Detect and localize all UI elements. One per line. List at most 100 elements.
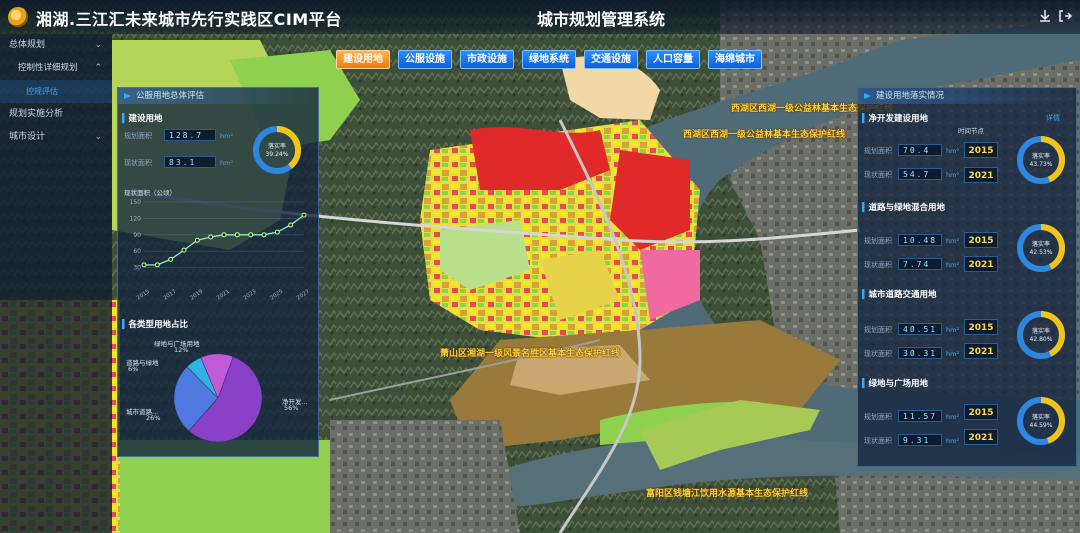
status-area-value: 7.74 <box>898 258 942 270</box>
trend-point <box>274 229 280 235</box>
tab-sponge-city[interactable]: 海绵城市 <box>708 50 762 69</box>
status-area-label: 现状面积 <box>864 261 892 269</box>
trend-point <box>208 234 214 240</box>
plan-area-label: 规划面积 <box>864 237 892 245</box>
chevron-down-icon: ⌄ <box>94 132 102 142</box>
trend-xtick-label: 2015 <box>136 288 151 300</box>
panel-title: 公服用地总体评估 <box>118 88 318 104</box>
ring-value: 43.73% <box>1030 161 1053 168</box>
nav-item-implementation-analysis[interactable]: 规划实施分析 <box>0 103 112 126</box>
trend-point <box>248 232 254 238</box>
tab-traffic-facilities[interactable]: 交通设施 <box>584 50 638 69</box>
nav-item-plan-evaluation[interactable]: 控规评估 <box>0 80 112 103</box>
completion-ring-chart: 落实率 43.73% <box>1017 136 1065 184</box>
plan-area-label: 规划面积 <box>864 326 892 334</box>
tab-construction-land[interactable]: 建设用地 <box>336 50 390 69</box>
trend-ytick-label: 150 <box>130 199 142 206</box>
trend-ytick-label: 90 <box>133 232 141 239</box>
trend-yticks: 150 120 90 60 30 <box>130 199 142 272</box>
ring-value: 42.53% <box>1030 249 1053 256</box>
trend-point <box>221 232 227 238</box>
nav-item-master-plan[interactable]: 总体规划 ⌄ <box>0 34 112 57</box>
tab-population-capacity[interactable]: 人口容量 <box>646 50 700 69</box>
trend-point <box>301 212 307 218</box>
trend-series-line <box>144 214 305 266</box>
plan-area-value: 128.7 <box>164 129 216 141</box>
ring-value: 39.24% <box>266 151 289 158</box>
nav-item-urban-design[interactable]: 城市设计 ⌄ <box>0 126 112 149</box>
download-icon[interactable] <box>1038 9 1052 23</box>
completion-ring-chart: 落实率 44.59% <box>1017 397 1065 445</box>
status-area-label: 现状面积 <box>864 171 892 179</box>
plan-area-label: 规划面积 <box>124 132 152 140</box>
unit-label: hm² <box>220 159 234 167</box>
nav-item-label: 控制性详细规划 <box>18 63 78 73</box>
unit-label: hm² <box>946 237 960 245</box>
section-title: 各类型用地占比 <box>122 318 189 330</box>
details-link[interactable]: 详情 <box>1046 113 1060 123</box>
system-title: 城市规划管理系统 <box>537 10 666 29</box>
ring-value: 42.80% <box>1030 336 1053 343</box>
completion-ring-chart: 落实率 39.24% <box>253 126 301 174</box>
status-area-value: 30.31 <box>898 347 942 359</box>
unit-label: hm² <box>946 147 960 155</box>
nav-item-label: 控规评估 <box>26 87 58 96</box>
unit-label: hm² <box>946 326 960 334</box>
map-label-redline-3: 萧山区湘湖一级风景名胜区基本生态保护红线 <box>440 349 621 359</box>
status-area-value: 54.7 <box>898 168 942 180</box>
tab-green-system[interactable]: 绿地系统 <box>522 50 576 69</box>
platform-logo <box>8 7 28 27</box>
ring-label: 落实率 <box>268 142 286 150</box>
ring-label: 落实率 <box>1032 152 1050 160</box>
section-title: 净开发建设用地 <box>862 112 929 124</box>
right-implementation-panel: 建设用地落实情况 详情 时间节点 净开发建设用地 规划面积 70.4 hm² 2… <box>857 87 1077 467</box>
plan-area-label: 规划面积 <box>864 147 892 155</box>
left-evaluation-panel: 公服用地总体评估 建设用地 规划面积 128.7 hm² 现状面积 83.1 h… <box>117 87 319 457</box>
trend-point <box>154 262 160 268</box>
tab-municipal-facilities[interactable]: 市政设施 <box>460 50 514 69</box>
chevron-down-icon: ⌄ <box>94 40 102 50</box>
plan-year-badge: 2015 <box>964 232 998 248</box>
status-area-label: 现状面积 <box>124 159 152 167</box>
unit-label: hm² <box>946 413 960 421</box>
trend-point <box>234 232 240 238</box>
trend-ytick-label: 30 <box>133 265 141 272</box>
unit-label: hm² <box>946 261 960 269</box>
plan-year-badge: 2015 <box>964 319 998 335</box>
status-year-badge: 2021 <box>964 167 998 183</box>
trend-point <box>261 232 267 238</box>
trend-line-chart: 150 120 90 60 30 2015 2017 2019 2021 2023 2025 202… <box>130 199 312 300</box>
plan-area-value: 11.57 <box>898 410 942 422</box>
unit-label: hm² <box>946 437 960 445</box>
status-area-value: 83.1 <box>164 156 216 168</box>
plan-area-value: 40.51 <box>898 323 942 335</box>
trend-xtick-label: 2019 <box>189 288 204 300</box>
plan-area-value: 70.4 <box>898 144 942 156</box>
map-label-redline-2: 西湖区西湖一级公益林基本生态保护红线 <box>683 130 846 140</box>
plan-year-badge: 2015 <box>964 142 998 158</box>
plan-year-badge: 2015 <box>964 404 998 420</box>
pie-label-green-pct: 12% <box>174 346 189 354</box>
trend-point <box>141 262 147 268</box>
trend-point <box>181 247 187 253</box>
status-year-badge: 2021 <box>964 343 998 359</box>
panel-title: 建设用地落实情况 <box>858 88 1076 104</box>
exit-icon[interactable] <box>1058 9 1072 23</box>
tab-public-facilities[interactable]: 公服设施 <box>398 50 452 69</box>
section-title: 建设用地 <box>122 112 163 124</box>
section-title: 城市道路交通用地 <box>862 288 937 300</box>
status-area-label: 现状面积 <box>864 350 892 358</box>
side-navigation: 总体规划 ⌄ 控制性详细规划 ⌃ 控规评估 规划实施分析 城市设计 ⌄ <box>0 34 112 533</box>
nav-item-detailed-plan[interactable]: 控制性详细规划 ⌃ <box>0 57 112 80</box>
app-header: 湘湖.三江汇未来城市先行实践区CIM平台 城市规划管理系统 <box>0 0 1080 34</box>
nav-item-label: 规划实施分析 <box>9 109 64 119</box>
unit-label: hm² <box>946 350 960 358</box>
trend-points <box>141 212 307 268</box>
map-label-redline-4: 富阳区钱塘江饮用水源基本生态保护红线 <box>646 489 809 499</box>
trend-xtick-label: 2017 <box>163 288 178 300</box>
ring-label: 落实率 <box>1032 413 1050 421</box>
chevron-up-icon: ⌃ <box>94 63 102 73</box>
pie-label-road-pct: 6% <box>128 365 139 373</box>
nav-item-label: 城市设计 <box>9 132 46 142</box>
land-type-pie-chart <box>173 353 263 443</box>
